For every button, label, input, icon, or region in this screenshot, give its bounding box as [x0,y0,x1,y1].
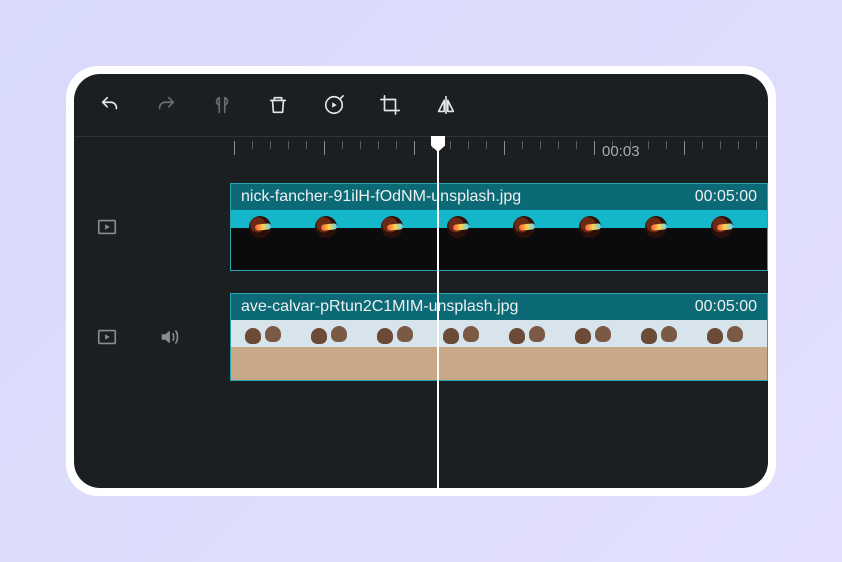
ruler-tick [486,141,487,149]
clip-filename: nick-fancher-91ilH-fOdNM-unsplash.jpg [241,188,521,206]
timeline-ruler[interactable]: 00:03 [74,136,768,172]
track-row: ave-calvar-pRtun2C1MIM-unsplash.jpg 00:05… [74,282,768,392]
clip-thumbnail [231,320,297,380]
ruler-tick [432,141,433,149]
ruler-tick [648,141,649,149]
ruler-tick [414,141,415,155]
clip-thumbnail [297,210,363,270]
clip-thumbnail [561,210,627,270]
ruler-tick [684,141,685,155]
mirror-button[interactable] [432,91,460,119]
ruler-tick [252,141,253,149]
clip-thumbnail [429,320,495,380]
trash-icon [267,94,289,116]
ruler-tick [738,141,739,149]
track-row: nick-fancher-91ilH-fOdNM-unsplash.jpg 00:… [74,172,768,282]
ruler-tick [234,141,235,155]
ruler-tick [288,141,289,149]
clip-thumbnail [495,210,561,270]
video-track-icon[interactable] [96,216,118,238]
clip-thumbnail [297,320,363,380]
ruler-tick [396,141,397,149]
undo-icon [99,94,121,116]
clip-thumbnails [231,210,767,270]
timeline-editor: 00:03 nick-fancher-91ilH-fOdNM-unsplash.… [74,74,768,488]
clip-thumbnail [429,210,495,270]
split-button[interactable] [208,91,236,119]
speed-button[interactable] [320,91,348,119]
clip-thumbnail [495,320,561,380]
ruler-tick [702,141,703,149]
ruler-tick [756,141,757,149]
clip-thumbnail [627,210,693,270]
undo-button[interactable] [96,91,124,119]
ruler-tick [666,141,667,149]
clip-thumbnail [759,320,767,380]
ruler-tick [594,141,595,155]
ruler-tick [270,141,271,149]
track-gutter [74,172,230,282]
clip-filename: ave-calvar-pRtun2C1MIM-unsplash.jpg [241,298,518,316]
timeline-clip[interactable]: nick-fancher-91ilH-fOdNM-unsplash.jpg 00:… [230,183,768,271]
ruler-time-label: 00:03 [602,143,640,160]
app-frame: 00:03 nick-fancher-91ilH-fOdNM-unsplash.… [66,66,776,496]
mirror-icon [435,94,457,116]
clip-thumbnail [759,210,767,270]
clip-thumbnail [561,320,627,380]
clip-thumbnail [693,320,759,380]
crop-button[interactable] [376,91,404,119]
clip-duration: 00:05:00 [683,298,757,316]
ruler-tick [468,141,469,149]
ruler-tick [720,141,721,149]
ruler-tick [540,141,541,149]
clip-duration: 00:05:00 [683,188,757,206]
crop-icon [379,94,401,116]
ruler-tick [576,141,577,149]
ruler-tick [378,141,379,149]
toolbar [74,74,768,136]
ruler-tick [306,141,307,149]
ruler-tick [522,141,523,149]
ruler-tick [558,141,559,149]
clip-thumbnails [231,320,767,380]
clip-header: nick-fancher-91ilH-fOdNM-unsplash.jpg 00:… [231,184,767,210]
ruler-tick [324,141,325,155]
video-track-icon[interactable] [96,326,118,348]
clip-thumbnail [693,210,759,270]
clip-thumbnail [627,320,693,380]
ruler-tick [342,141,343,149]
split-icon [211,94,233,116]
ruler-tick [450,141,451,149]
audio-track-icon[interactable] [158,326,180,348]
redo-button[interactable] [152,91,180,119]
clip-thumbnail [363,210,429,270]
timeline-clip[interactable]: ave-calvar-pRtun2C1MIM-unsplash.jpg 00:05… [230,293,768,381]
clip-thumbnail [363,320,429,380]
ruler-tick [360,141,361,149]
tracks-area: nick-fancher-91ilH-fOdNM-unsplash.jpg 00:… [74,172,768,488]
ruler-tick [504,141,505,155]
track-gutter [74,282,230,392]
delete-button[interactable] [264,91,292,119]
clip-header: ave-calvar-pRtun2C1MIM-unsplash.jpg 00:05… [231,294,767,320]
clip-thumbnail [231,210,297,270]
redo-icon [155,94,177,116]
speed-icon [323,94,345,116]
